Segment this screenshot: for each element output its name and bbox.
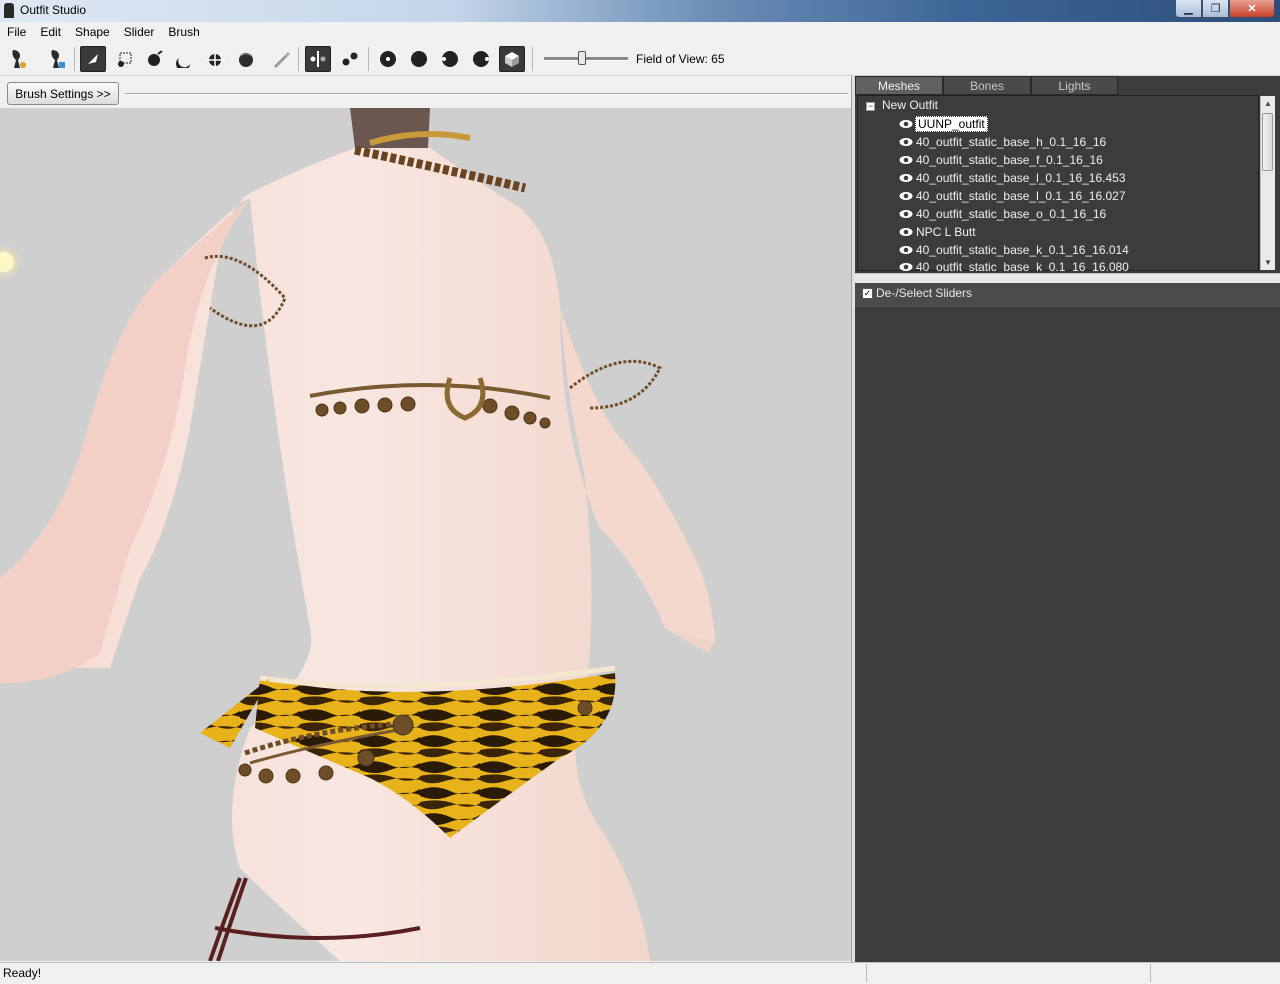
load-outfit-icon <box>51 50 65 68</box>
tree-item[interactable]: 40_outfit_static_base_k_0.1_16_16.080 <box>899 259 1129 271</box>
brush-settings-row <box>0 76 852 108</box>
brush-settings-button[interactable]: Brush Settings >> <box>7 82 119 105</box>
tree-root-label[interactable]: New Outfit <box>882 98 938 112</box>
tree-item[interactable]: 40_outfit_static_base_h_0.1_16_16 <box>899 133 1106 150</box>
tab-lights[interactable]: Lights <box>1031 76 1118 95</box>
select-brush-button[interactable] <box>80 46 106 72</box>
visibility-eye-icon[interactable] <box>899 245 913 255</box>
deflate-brush-button[interactable] <box>172 46 198 72</box>
close-button[interactable]: ✕ <box>1229 0 1275 18</box>
brush-settings-divider <box>125 93 848 95</box>
window-title: Outfit Studio <box>20 3 87 17</box>
visibility-eye-icon[interactable] <box>899 227 913 237</box>
menu-slider[interactable]: Slider <box>117 25 162 39</box>
tree-item[interactable]: 40_outfit_static_base_k_0.1_16_16.014 <box>899 241 1129 258</box>
minimize-button[interactable]: ▁ <box>1175 0 1202 18</box>
tree-item[interactable]: 40_outfit_static_base_l_0.1_16_16.027 <box>899 187 1126 204</box>
scroll-down-icon[interactable]: ▼ <box>1261 255 1275 270</box>
smooth-brush-icon <box>239 53 253 67</box>
perspective-button[interactable] <box>499 46 525 72</box>
visibility-eye-icon[interactable] <box>899 155 913 165</box>
model-render <box>0 108 715 961</box>
inflate-brush-button[interactable] <box>142 46 168 72</box>
tree-item-label: 40_outfit_static_base_l_0.1_16_16.027 <box>916 188 1126 203</box>
back-view-icon <box>411 51 427 67</box>
menu-shape[interactable]: Shape <box>68 25 117 39</box>
front-view-button[interactable] <box>375 46 401 72</box>
minimize-icon: ▁ <box>1184 3 1193 15</box>
load-outfit-button[interactable] <box>44 46 70 72</box>
3d-viewport[interactable] <box>0 108 851 961</box>
title-bar <box>0 0 1280 22</box>
status-text: Ready! <box>3 966 42 980</box>
select-brush-icon <box>88 54 98 64</box>
visibility-eye-icon[interactable] <box>899 119 913 129</box>
x-mirror-icon <box>310 51 326 67</box>
tree-item[interactable]: 40_outfit_static_base_o_0.1_16_16 <box>899 205 1106 222</box>
tree-item-label: NPC L Butt <box>916 224 976 239</box>
fov-slider-thumb[interactable] <box>578 51 586 65</box>
move-brush-icon <box>206 50 225 69</box>
tree-item-label: 40_outfit_static_base_h_0.1_16_16 <box>916 134 1107 149</box>
menu-bar: File Edit Shape Slider Brush <box>0 22 1280 42</box>
fov-label: Field of View: 65 <box>636 52 725 66</box>
tree-item-label: 40_outfit_static_base_k_0.1_16_16.080 <box>916 260 1129 271</box>
tree-item-label: 40_outfit_static_base_l_0.1_16_16.453 <box>916 170 1126 185</box>
x-mirror-button[interactable] <box>305 46 331 72</box>
tree-item[interactable]: NPC L Butt <box>899 223 976 240</box>
maximize-icon: ❐ <box>1210 3 1221 15</box>
mask-brush-icon <box>118 52 132 67</box>
status-divider <box>1150 964 1151 982</box>
mask-brush-button[interactable] <box>112 46 138 72</box>
connected-only-icon <box>342 52 358 66</box>
visibility-eye-icon[interactable] <box>899 191 913 201</box>
right-view-icon <box>473 51 489 67</box>
tree-item[interactable]: 40_outfit_static_base_l_0.1_16_16.453 <box>899 169 1126 186</box>
right-view-button[interactable] <box>468 46 494 72</box>
tab-bones[interactable]: Bones <box>943 76 1031 95</box>
inflate-brush-icon <box>148 50 163 66</box>
tree-item-label: 40_outfit_static_base_o_0.1_16_16 <box>916 206 1107 221</box>
visibility-eye-icon[interactable] <box>899 209 913 219</box>
visibility-eye-icon[interactable] <box>899 262 913 271</box>
status-bar <box>0 962 1280 984</box>
scroll-up-icon[interactable]: ▲ <box>1261 96 1275 111</box>
load-reference-icon <box>12 50 26 68</box>
back-view-button[interactable] <box>406 46 432 72</box>
deflate-brush-icon <box>176 58 190 68</box>
tree-scroll-thumb[interactable] <box>1262 113 1273 171</box>
close-icon: ✕ <box>1247 3 1257 15</box>
fov-slider-track[interactable] <box>544 57 628 61</box>
smooth-brush-button[interactable] <box>233 46 259 72</box>
left-view-button[interactable] <box>437 46 463 72</box>
menu-edit[interactable]: Edit <box>33 25 68 39</box>
weight-brush-button[interactable] <box>268 46 294 72</box>
weight-brush-icon <box>274 52 290 68</box>
tree-item[interactable]: 40_outfit_static_base_f_0.1_16_16 <box>899 151 1103 168</box>
tab-meshes[interactable]: Meshes <box>855 76 943 95</box>
status-divider <box>866 964 867 982</box>
menu-brush[interactable]: Brush <box>161 25 206 39</box>
select-sliders-checkbox[interactable]: ✓ <box>862 288 873 299</box>
app-icon <box>4 3 14 18</box>
load-reference-button[interactable] <box>5 46 31 72</box>
maximize-button[interactable]: ❐ <box>1202 0 1229 18</box>
connected-only-button[interactable] <box>337 46 363 72</box>
tree-item[interactable]: UUNP_outfit <box>899 115 988 132</box>
collapse-icon[interactable]: − <box>866 102 875 111</box>
menu-file[interactable]: File <box>0 25 33 39</box>
visibility-eye-icon[interactable] <box>899 173 913 183</box>
left-view-icon <box>442 51 458 67</box>
move-brush-button[interactable] <box>203 46 229 72</box>
tree-item-label: 40_outfit_static_base_k_0.1_16_16.014 <box>916 242 1129 257</box>
tree-item-label: UUNP_outfit <box>915 115 988 132</box>
tree-item-label: 40_outfit_static_base_f_0.1_16_16 <box>916 152 1103 167</box>
panel-splitter[interactable] <box>855 273 1280 283</box>
visibility-eye-icon[interactable] <box>899 137 913 147</box>
perspective-icon <box>505 52 519 67</box>
select-sliders-label[interactable]: De-/Select Sliders <box>876 286 972 300</box>
front-view-icon <box>380 51 396 67</box>
